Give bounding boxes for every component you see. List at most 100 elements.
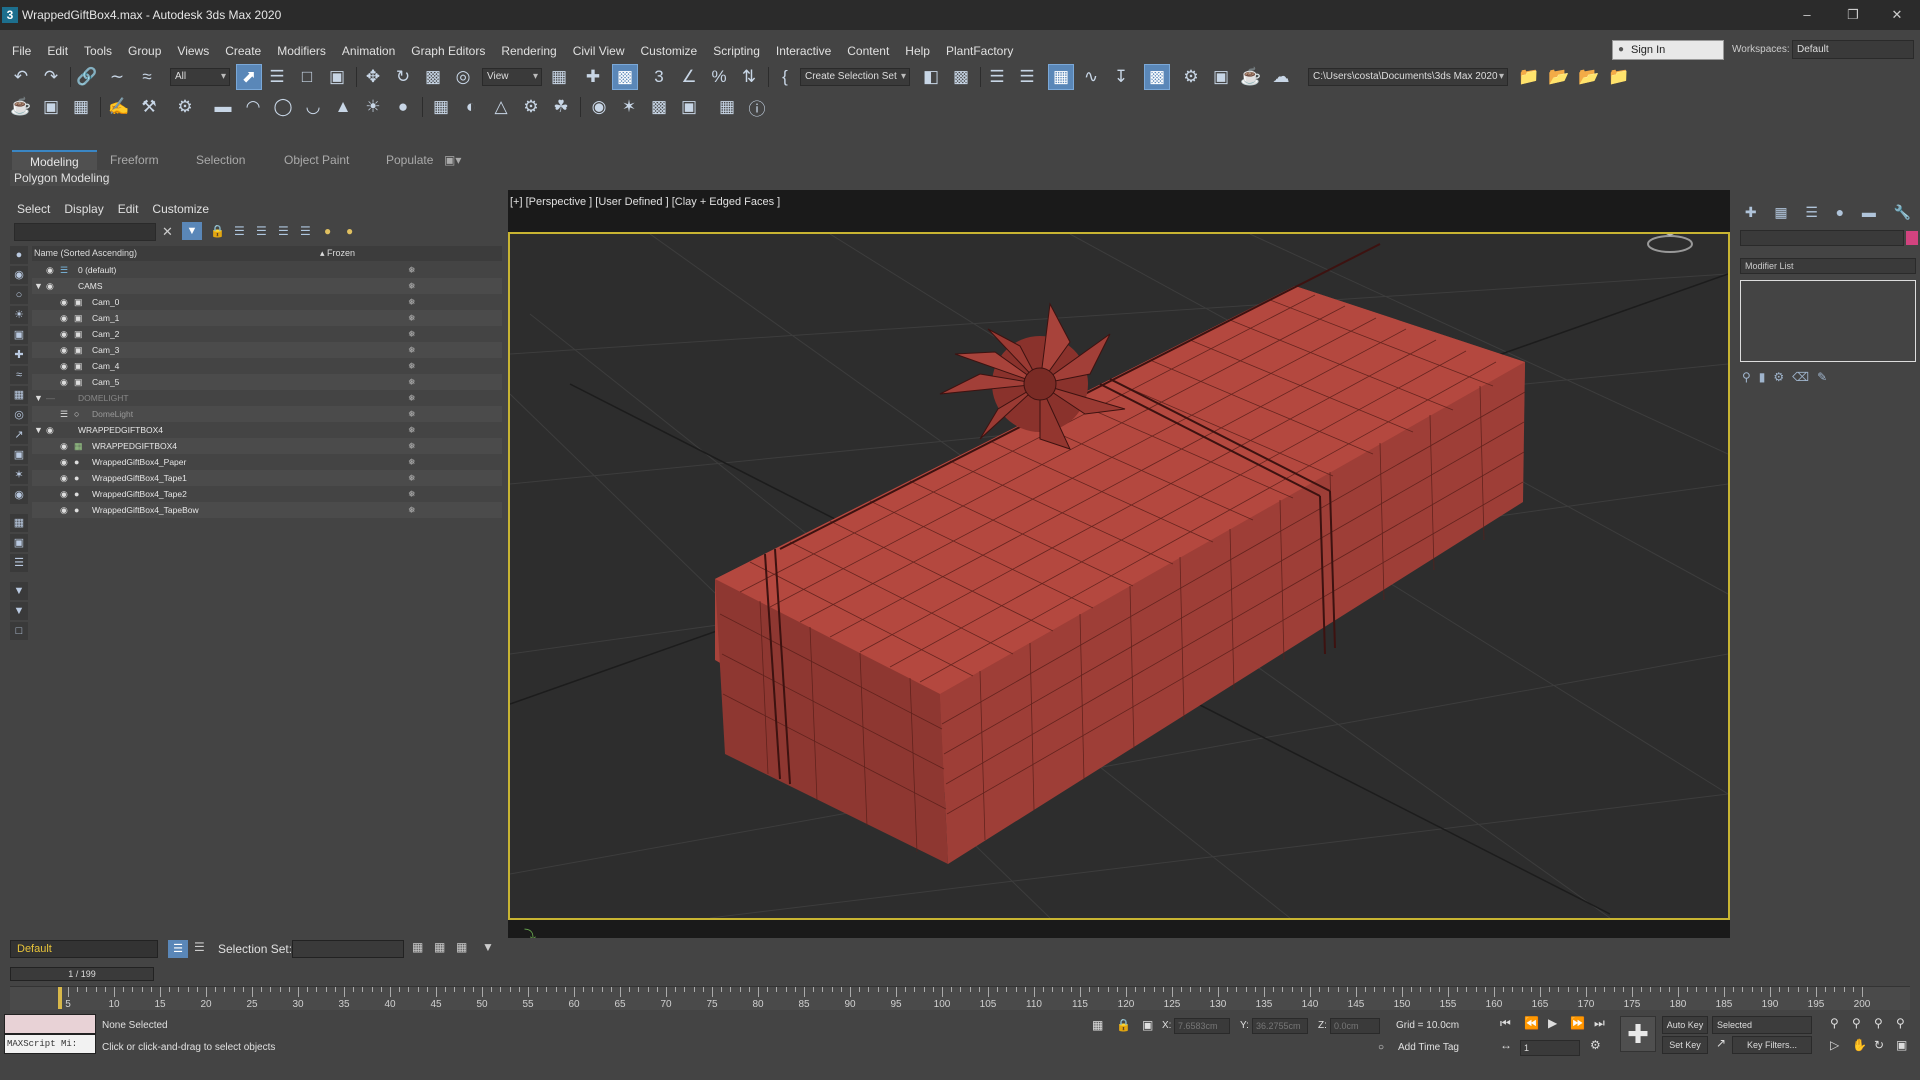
explorer-menu-edit[interactable]: Edit: [111, 202, 146, 216]
auto-key-button[interactable]: Auto Key: [1662, 1016, 1708, 1034]
absolute-mode-icon[interactable]: ▣: [1142, 1018, 1153, 1032]
visibility-icon[interactable]: ◉: [60, 486, 68, 502]
viewport-canvas[interactable]: [508, 232, 1730, 920]
explorer-search-input[interactable]: [14, 223, 156, 241]
rotate-icon[interactable]: ↻: [390, 64, 416, 90]
menu-views[interactable]: Views: [169, 44, 217, 58]
freeze-icon[interactable]: ❅: [408, 470, 416, 486]
visibility-icon[interactable]: ◉: [60, 358, 68, 374]
remove-modifier-icon[interactable]: ⌫: [1792, 370, 1817, 384]
tool-a-icon[interactable]: ✍: [106, 94, 132, 120]
tree-row[interactable]: ◉ ● WrappedGiftBox4_Paper ❅: [32, 454, 502, 470]
hidden-filter-icon[interactable]: ◉: [10, 486, 28, 504]
filter-a-icon[interactable]: ▼: [10, 582, 28, 600]
ribbon-panel-polygon-modeling[interactable]: Polygon Modeling: [10, 170, 110, 186]
visibility-icon[interactable]: ◉: [60, 470, 68, 486]
material-editor-icon[interactable]: ▩: [1144, 64, 1170, 90]
configure-modifier-sets-icon[interactable]: ✎: [1817, 370, 1835, 384]
ball-icon[interactable]: ●: [390, 94, 416, 120]
utilities-tab-icon[interactable]: 🔧: [1894, 204, 1911, 221]
add-time-tag[interactable]: Add Time Tag: [1398, 1042, 1459, 1053]
key-mode-toggle-icon[interactable]: ↔: [1500, 1038, 1512, 1052]
menu-rendering[interactable]: Rendering: [493, 44, 564, 58]
place-icon[interactable]: ◎: [450, 64, 476, 90]
keyboard-shortcut-override-icon[interactable]: ▩: [612, 64, 638, 90]
menu-file[interactable]: File: [4, 44, 39, 58]
freeze-icon[interactable]: ❅: [408, 454, 416, 470]
scene-explorer-icon[interactable]: ▦: [1048, 64, 1074, 90]
helpers-filter-icon[interactable]: ✚: [10, 346, 28, 364]
cone-icon[interactable]: ▲: [330, 94, 356, 120]
tab-selection[interactable]: Selection: [178, 150, 263, 170]
selection-lock-icon[interactable]: 🔒: [1116, 1018, 1131, 1032]
tool-b-icon[interactable]: ⚒: [136, 94, 162, 120]
tab-populate[interactable]: Populate: [368, 150, 451, 170]
menu-civil-view[interactable]: Civil View: [565, 44, 633, 58]
menu-modifiers[interactable]: Modifiers: [269, 44, 334, 58]
pan-icon[interactable]: ✋: [1852, 1038, 1867, 1052]
layer-icon[interactable]: ☰: [60, 406, 68, 422]
open-project-icon[interactable]: 📂: [1546, 64, 1572, 90]
visibility-icon[interactable]: ◉: [60, 438, 68, 454]
timeline-track[interactable]: 5 10 15 20 25 30 35 40 45 50 55 60 65 70 75 80 85 90 95 100…: [10, 986, 1910, 1010]
z-coordinate-field[interactable]: 0.0cm: [1330, 1018, 1380, 1034]
dome-icon[interactable]: ◠: [240, 94, 266, 120]
play-icon[interactable]: ▶: [1548, 1016, 1557, 1030]
visibility-icon[interactable]: ◉: [46, 278, 54, 294]
timeline-playhead[interactable]: [58, 987, 62, 1009]
tab-object-paint[interactable]: Object Paint: [266, 150, 367, 170]
add-to-layer-icon[interactable]: ☰: [256, 224, 267, 238]
tree-row[interactable]: ◉ ▣ Cam_1 ❅: [32, 310, 502, 326]
tree-row[interactable]: ◉ ▣ Cam_4 ❅: [32, 358, 502, 374]
toggle-ribbon-icon[interactable]: ☰: [1014, 64, 1040, 90]
motion-tab-icon[interactable]: ●: [1836, 204, 1844, 220]
column-name[interactable]: Name (Sorted Ascending): [34, 246, 137, 261]
freeze-icon[interactable]: ❅: [408, 358, 416, 374]
clear-search-icon[interactable]: ✕: [162, 224, 173, 240]
render-in-cloud-icon[interactable]: ☁: [1268, 64, 1294, 90]
link-icon[interactable]: 🔗: [74, 64, 100, 90]
visibility-icon[interactable]: ◉: [46, 422, 54, 438]
layers-toggle-icon[interactable]: ☰: [168, 940, 188, 958]
freeze-icon[interactable]: ❅: [408, 406, 416, 422]
sign-in-button[interactable]: Sign In: [1612, 40, 1724, 60]
menu-plantfactory[interactable]: PlantFactory: [938, 44, 1021, 58]
orbit-icon[interactable]: ↻: [1874, 1038, 1884, 1052]
zoom-extents-icon[interactable]: ⚲: [1874, 1016, 1883, 1030]
freeze-icon[interactable]: ❅: [408, 438, 416, 454]
tree-row[interactable]: ◉ ▣ Cam_0 ❅: [32, 294, 502, 310]
display-tab-icon[interactable]: ▬: [1862, 204, 1876, 220]
lock-icon[interactable]: 🔒: [210, 224, 225, 238]
particles-icon[interactable]: ✶: [616, 94, 642, 120]
hierarchy-icon[interactable]: ☰: [278, 224, 289, 238]
menu-tools[interactable]: Tools: [76, 44, 120, 58]
pin-stack-icon[interactable]: ⚲: [1742, 370, 1759, 384]
visibility-icon[interactable]: ◉: [60, 342, 68, 358]
bowl-icon[interactable]: ◡: [300, 94, 326, 120]
tree-row[interactable]: ▼ — DOMELIGHT ❅: [32, 390, 502, 406]
reference-coord-select[interactable]: View: [482, 68, 542, 86]
geometry-filter-icon[interactable]: ◉: [10, 266, 28, 284]
spinner-snap-icon[interactable]: ⇅: [736, 64, 762, 90]
explorer-menu-select[interactable]: Select: [10, 202, 57, 216]
visibility-icon[interactable]: ◉: [60, 502, 68, 518]
x-coordinate-field[interactable]: 7.6583cm: [1174, 1018, 1230, 1034]
help-icon[interactable]: ⓘ: [744, 94, 770, 120]
layers-icon[interactable]: ☰: [300, 224, 311, 238]
layer-options-icon[interactable]: ☰: [194, 940, 205, 954]
viewport-label[interactable]: [+] [Perspective ] [User Defined ] [Clay…: [510, 196, 780, 208]
time-config-icon[interactable]: ⚙: [1590, 1038, 1601, 1052]
menu-animation[interactable]: Animation: [334, 44, 403, 58]
make-unique-icon[interactable]: ⚙: [1773, 370, 1792, 384]
select-by-name-icon[interactable]: ☰: [264, 64, 290, 90]
tree-row[interactable]: ▼ ◉ CAMS ❅: [32, 278, 502, 294]
selection-set-select[interactable]: [292, 940, 404, 958]
visibility-icon[interactable]: ◉: [60, 310, 68, 326]
project-folder-select[interactable]: C:\Users\costa\Documents\3ds Max 2020: [1308, 68, 1508, 86]
zoom-all-icon[interactable]: ⚲: [1852, 1016, 1861, 1030]
teapot-icon[interactable]: ☕: [8, 94, 34, 120]
window-crossing-icon[interactable]: ▣: [324, 64, 350, 90]
list-filter-icon[interactable]: ☰: [10, 554, 28, 572]
scale-icon[interactable]: ▩: [420, 64, 446, 90]
current-layer-select[interactable]: Default: [10, 940, 158, 958]
